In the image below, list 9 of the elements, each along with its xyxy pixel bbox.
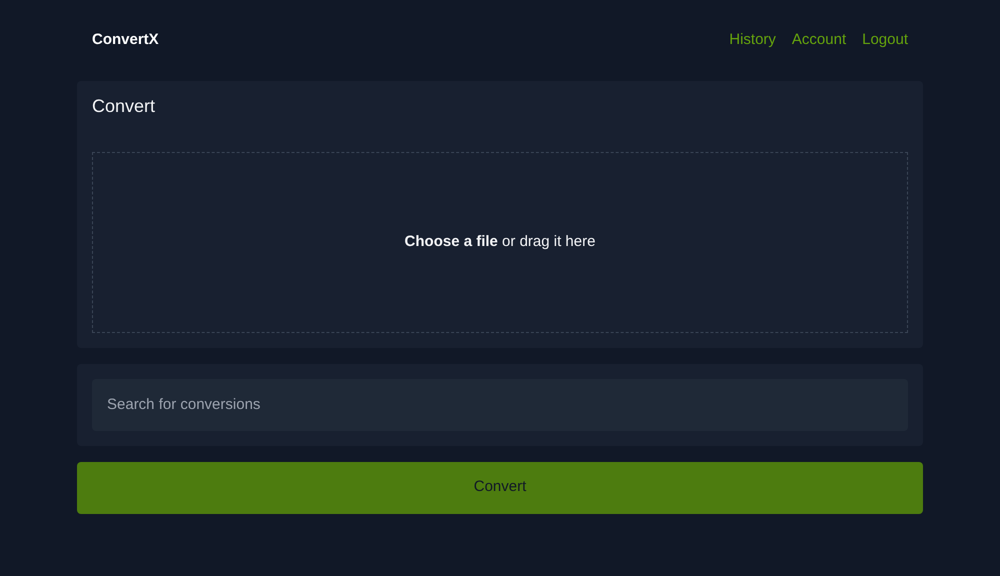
search-field[interactable]: Search for conversions — [92, 378, 908, 431]
nav-link[interactable]: Account — [792, 28, 846, 52]
nav-link[interactable]: Logout — [862, 28, 908, 52]
brand-name[interactable]: ConvertX — [92, 28, 159, 52]
card-title: Convert — [92, 96, 156, 118]
nav-link[interactable]: History — [729, 28, 776, 52]
dropzone-text: Choose a file or drag it here — [404, 232, 596, 252]
file-dropzone[interactable]: Choose a file or drag it here — [92, 152, 908, 333]
convert-button[interactable]: Convert — [77, 462, 923, 514]
